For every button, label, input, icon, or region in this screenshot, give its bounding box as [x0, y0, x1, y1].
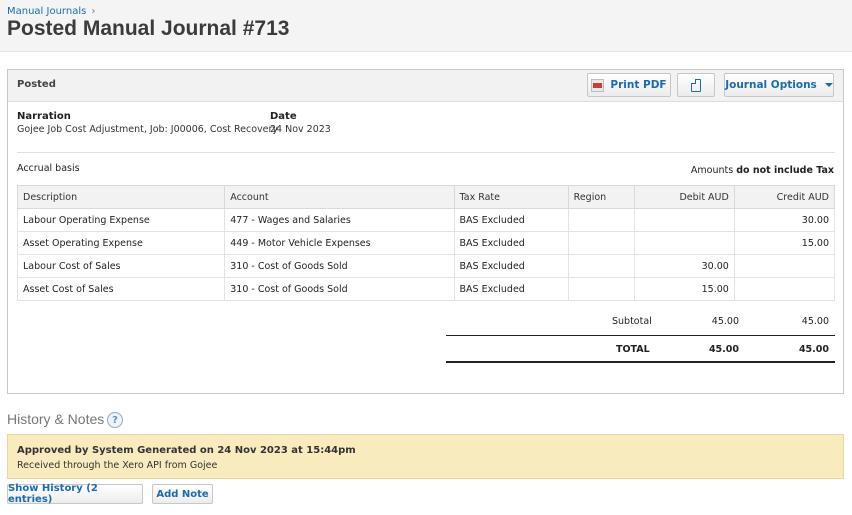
- total-label: TOTAL: [616, 344, 650, 355]
- cell-description: Asset Operating Expense: [16, 231, 226, 255]
- total-rule: [446, 361, 835, 363]
- approval-note-title: Approved by System Generated on 24 Nov 2…: [17, 445, 356, 456]
- approval-note-text: Received through the Xero API from Gojee: [17, 460, 218, 471]
- copy-icon: [691, 78, 701, 92]
- cell-region: [567, 277, 635, 301]
- col-region: Region: [567, 185, 635, 209]
- add-note-button[interactable]: Add Note: [152, 484, 213, 504]
- subtotal-debit: 45.00: [711, 316, 739, 327]
- date-value: 24 Nov 2023: [270, 124, 331, 135]
- history-notes-title: History & Notes: [7, 411, 105, 427]
- table-row: Labour Cost of Sales 310 - Cost of Goods…: [16, 254, 836, 278]
- cell-credit: [733, 254, 836, 278]
- journal-options-button[interactable]: Journal Options: [724, 73, 834, 97]
- table-row: Labour Operating Expense 477 - Wages and…: [16, 208, 836, 232]
- col-account: Account: [224, 185, 455, 209]
- narration-value: Gojee Job Cost Adjustment, Job: J00006, …: [17, 124, 279, 135]
- subtotal-rule: [446, 335, 835, 336]
- page-header: Manual Journals › Posted Manual Journal …: [0, 0, 852, 52]
- breadcrumb: Manual Journals ›: [7, 6, 96, 17]
- subtotal-credit: 45.00: [801, 316, 829, 327]
- cell-description: Labour Cost of Sales: [16, 254, 226, 278]
- copy-journal-button[interactable]: [677, 73, 715, 97]
- cell-region: [567, 254, 635, 278]
- print-pdf-button[interactable]: Print PDF: [587, 73, 671, 97]
- journal-panel: Posted Print PDF Journal Options Narrati…: [7, 69, 844, 394]
- narration-label: Narration: [17, 111, 71, 122]
- accounting-basis: Accrual basis: [17, 163, 80, 174]
- cell-region: [567, 231, 635, 255]
- table-row: Asset Operating Expense 449 - Motor Vehi…: [16, 231, 836, 255]
- date-label: Date: [270, 111, 297, 122]
- col-description: Description: [16, 185, 226, 209]
- col-tax-rate: Tax Rate: [453, 185, 569, 209]
- cell-credit: [733, 277, 836, 301]
- cell-description: Labour Operating Expense: [16, 208, 226, 232]
- show-history-button[interactable]: Show History (2 entries): [7, 483, 143, 505]
- cell-region: [567, 208, 635, 232]
- cell-credit: 30.00: [733, 208, 836, 232]
- amounts-prefix: Amounts: [690, 165, 734, 176]
- help-icon[interactable]: ?: [107, 412, 123, 428]
- cell-debit: 15.00: [633, 277, 735, 301]
- cell-account: 477 - Wages and Salaries: [224, 208, 455, 232]
- total-credit: 45.00: [798, 344, 829, 355]
- cell-description: Asset Cost of Sales: [16, 277, 226, 301]
- cell-tax-rate: BAS Excluded: [453, 254, 569, 278]
- subtotal-label: Subtotal: [612, 316, 652, 327]
- section-divider: [17, 152, 835, 153]
- journal-lines-table: Description Account Tax Rate Region Debi…: [16, 185, 836, 301]
- status-label: Posted: [17, 79, 56, 90]
- cell-debit: [633, 208, 735, 232]
- cell-account: 449 - Motor Vehicle Expenses: [224, 231, 455, 255]
- table-row: Asset Cost of Sales 310 - Cost of Goods …: [16, 277, 836, 301]
- breadcrumb-link-manual-journals[interactable]: Manual Journals: [7, 6, 86, 17]
- print-pdf-label: Print PDF: [610, 79, 667, 91]
- total-debit: 45.00: [708, 344, 739, 355]
- journal-options-label: Journal Options: [725, 79, 817, 91]
- cell-debit: [633, 231, 735, 255]
- cell-tax-rate: BAS Excluded: [453, 277, 569, 301]
- chevron-down-icon: [824, 83, 833, 87]
- amounts-tax-value: do not include Tax: [736, 165, 834, 176]
- breadcrumb-separator: ›: [91, 6, 96, 17]
- amounts-tax-note: Amounts do not include Tax: [691, 165, 834, 176]
- cell-account: 310 - Cost of Goods Sold: [224, 254, 455, 278]
- table-header-row: Description Account Tax Rate Region Debi…: [16, 185, 836, 209]
- cell-credit: 15.00: [733, 231, 836, 255]
- cell-tax-rate: BAS Excluded: [453, 231, 569, 255]
- cell-tax-rate: BAS Excluded: [453, 208, 569, 232]
- pdf-icon: [591, 78, 605, 92]
- panel-header: Posted Print PDF Journal Options: [8, 70, 843, 102]
- cell-account: 310 - Cost of Goods Sold: [224, 277, 455, 301]
- col-debit: Debit AUD: [633, 185, 735, 209]
- col-credit: Credit AUD: [733, 185, 836, 209]
- page-title: Posted Manual Journal #713: [7, 17, 290, 40]
- cell-debit: 30.00: [633, 254, 735, 278]
- approval-note: Approved by System Generated on 24 Nov 2…: [7, 434, 844, 479]
